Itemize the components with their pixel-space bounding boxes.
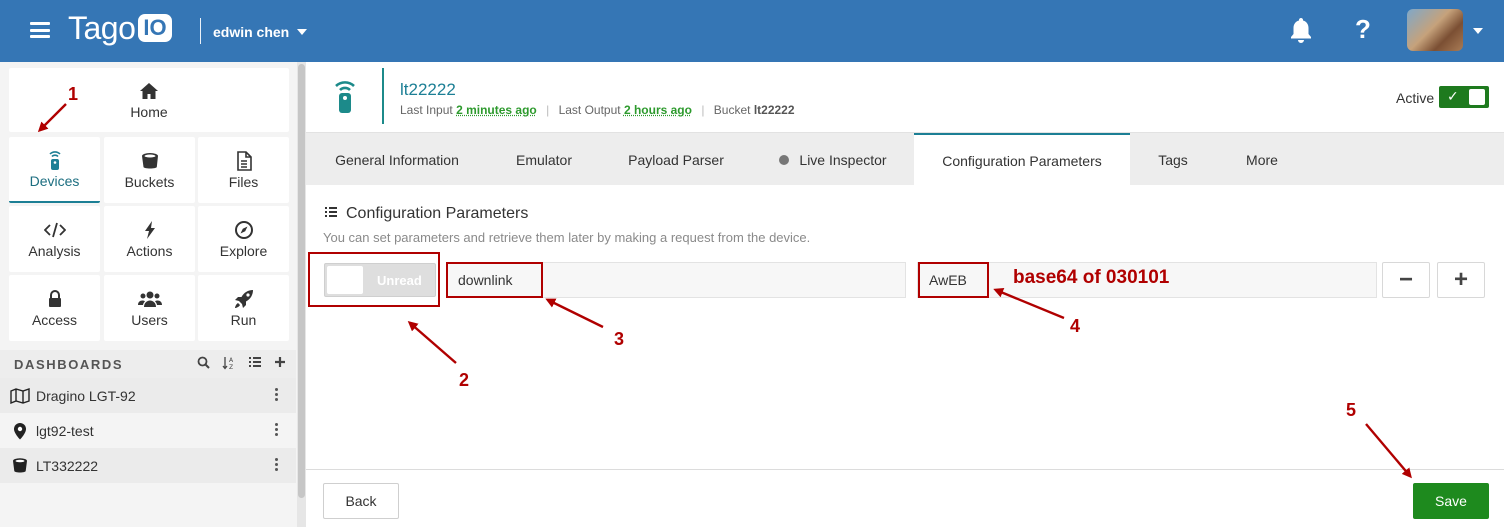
annotation-number: 5 — [1346, 400, 1357, 420]
sidebar-tile-access[interactable]: Access — [9, 275, 100, 341]
sidebar-tile-files[interactable]: Files — [198, 137, 289, 203]
save-button[interactable]: Save — [1413, 483, 1489, 519]
dashboards-title: DASHBOARDS — [14, 357, 124, 372]
rocket-icon — [234, 288, 254, 310]
device-header: lt22222 Last Input 2 minutes ago | Last … — [306, 62, 1504, 132]
annotation-number: 4 — [1070, 316, 1081, 336]
bucket-icon — [140, 150, 160, 172]
add-param-button[interactable]: + — [1437, 262, 1485, 298]
svg-text:A: A — [229, 357, 234, 364]
tab-emulator[interactable]: Emulator — [488, 133, 600, 186]
last-input-value: 2 minutes ago — [456, 103, 537, 117]
annotation-number: 2 — [459, 370, 470, 390]
footer-divider — [306, 469, 1504, 470]
bucket-icon — [10, 457, 30, 475]
tab-configuration-parameters[interactable]: Configuration Parameters — [914, 133, 1130, 187]
section-description: You can set parameters and retrieve them… — [323, 230, 811, 245]
list-icon — [324, 205, 338, 223]
account-name: edwin chen — [213, 24, 290, 40]
avatar[interactable] — [1407, 9, 1463, 51]
remove-param-button[interactable]: − — [1382, 262, 1430, 298]
check-icon: ✓ — [1447, 88, 1459, 104]
sidebar-tile-devices[interactable]: Devices — [9, 137, 100, 203]
sidebar-scrollbar-thumb[interactable] — [298, 64, 305, 498]
sidebar-tile-explore[interactable]: Explore — [198, 206, 289, 272]
tab-tags[interactable]: Tags — [1130, 133, 1216, 186]
annotation-number: 3 — [614, 329, 625, 349]
code-icon — [43, 219, 66, 241]
dashboard-item[interactable]: lgt92-test — [0, 413, 296, 448]
chevron-down-icon — [297, 29, 308, 35]
sidebar-tile-users[interactable]: Users — [104, 275, 195, 341]
active-toggle[interactable]: ✓ — [1439, 86, 1489, 108]
bell-icon[interactable] — [1289, 16, 1313, 44]
kebab-menu-icon[interactable] — [275, 388, 278, 403]
kebab-menu-icon[interactable] — [275, 423, 278, 438]
sidebar-tile-analysis[interactable]: Analysis — [9, 206, 100, 272]
account-selector[interactable]: edwin chen — [213, 24, 308, 40]
tab-more[interactable]: More — [1216, 133, 1308, 186]
device-icon — [334, 78, 356, 119]
annotation-box-key — [446, 262, 543, 298]
dashboards-header: DASHBOARDS AZ — [0, 350, 296, 378]
sidebar-tile-run[interactable]: Run — [198, 275, 289, 341]
sidebar: Home Devices Buckets Files Analysis Acti… — [0, 62, 306, 527]
active-label: Active — [1396, 90, 1435, 106]
kebab-menu-icon[interactable] — [275, 458, 278, 473]
compass-icon — [234, 219, 254, 241]
sort-az-icon[interactable]: AZ — [222, 356, 236, 373]
tab-general-information[interactable]: General Information — [306, 133, 488, 186]
device-icon — [47, 149, 63, 171]
dashboard-item[interactable]: Dragino LGT-92 — [0, 378, 296, 413]
file-icon — [236, 150, 252, 172]
dashboard-item[interactable]: LT332222 — [0, 448, 296, 483]
sidebar-tile-buckets[interactable]: Buckets — [104, 137, 195, 203]
sidebar-tile-actions[interactable]: Actions — [104, 206, 195, 272]
bolt-icon — [144, 219, 156, 241]
top-bar: Tago IO edwin chen ? — [0, 0, 1504, 62]
bucket-value: lt22222 — [753, 103, 795, 117]
annotation-number: 1 — [68, 84, 79, 104]
device-meta: Last Input 2 minutes ago | Last Output 2… — [400, 103, 795, 117]
lock-icon — [47, 288, 63, 310]
device-tabs: General Information Emulator Payload Par… — [306, 132, 1504, 187]
map-pin-icon — [10, 422, 30, 440]
status-dot-icon — [779, 154, 790, 165]
annotation-box-value — [918, 262, 989, 298]
device-header-divider — [382, 68, 384, 124]
tab-payload-parser[interactable]: Payload Parser — [600, 133, 752, 186]
annotation-box-status — [308, 252, 440, 307]
svg-text:Z: Z — [229, 364, 233, 370]
help-icon[interactable]: ? — [1355, 14, 1371, 45]
annotation-note: base64 of 030101 — [1013, 267, 1170, 288]
sidebar-tile-home[interactable]: Home — [9, 68, 289, 132]
last-output-value: 2 hours ago — [623, 103, 692, 117]
device-name: lt22222 — [400, 80, 456, 99]
list-icon[interactable] — [248, 356, 262, 373]
logo-divider — [200, 18, 201, 44]
tago-logo[interactable]: Tago IO — [68, 10, 172, 46]
back-button[interactable]: Back — [323, 483, 399, 519]
users-icon — [137, 288, 162, 310]
map-icon — [10, 387, 30, 404]
plus-icon[interactable] — [274, 356, 286, 373]
tab-live-inspector[interactable]: Live Inspector — [752, 133, 914, 186]
menu-icon[interactable] — [30, 22, 50, 38]
section-title: Configuration Parameters — [324, 205, 528, 223]
home-icon — [139, 80, 159, 102]
chevron-down-icon[interactable] — [1473, 28, 1483, 34]
search-icon[interactable] — [197, 356, 210, 373]
